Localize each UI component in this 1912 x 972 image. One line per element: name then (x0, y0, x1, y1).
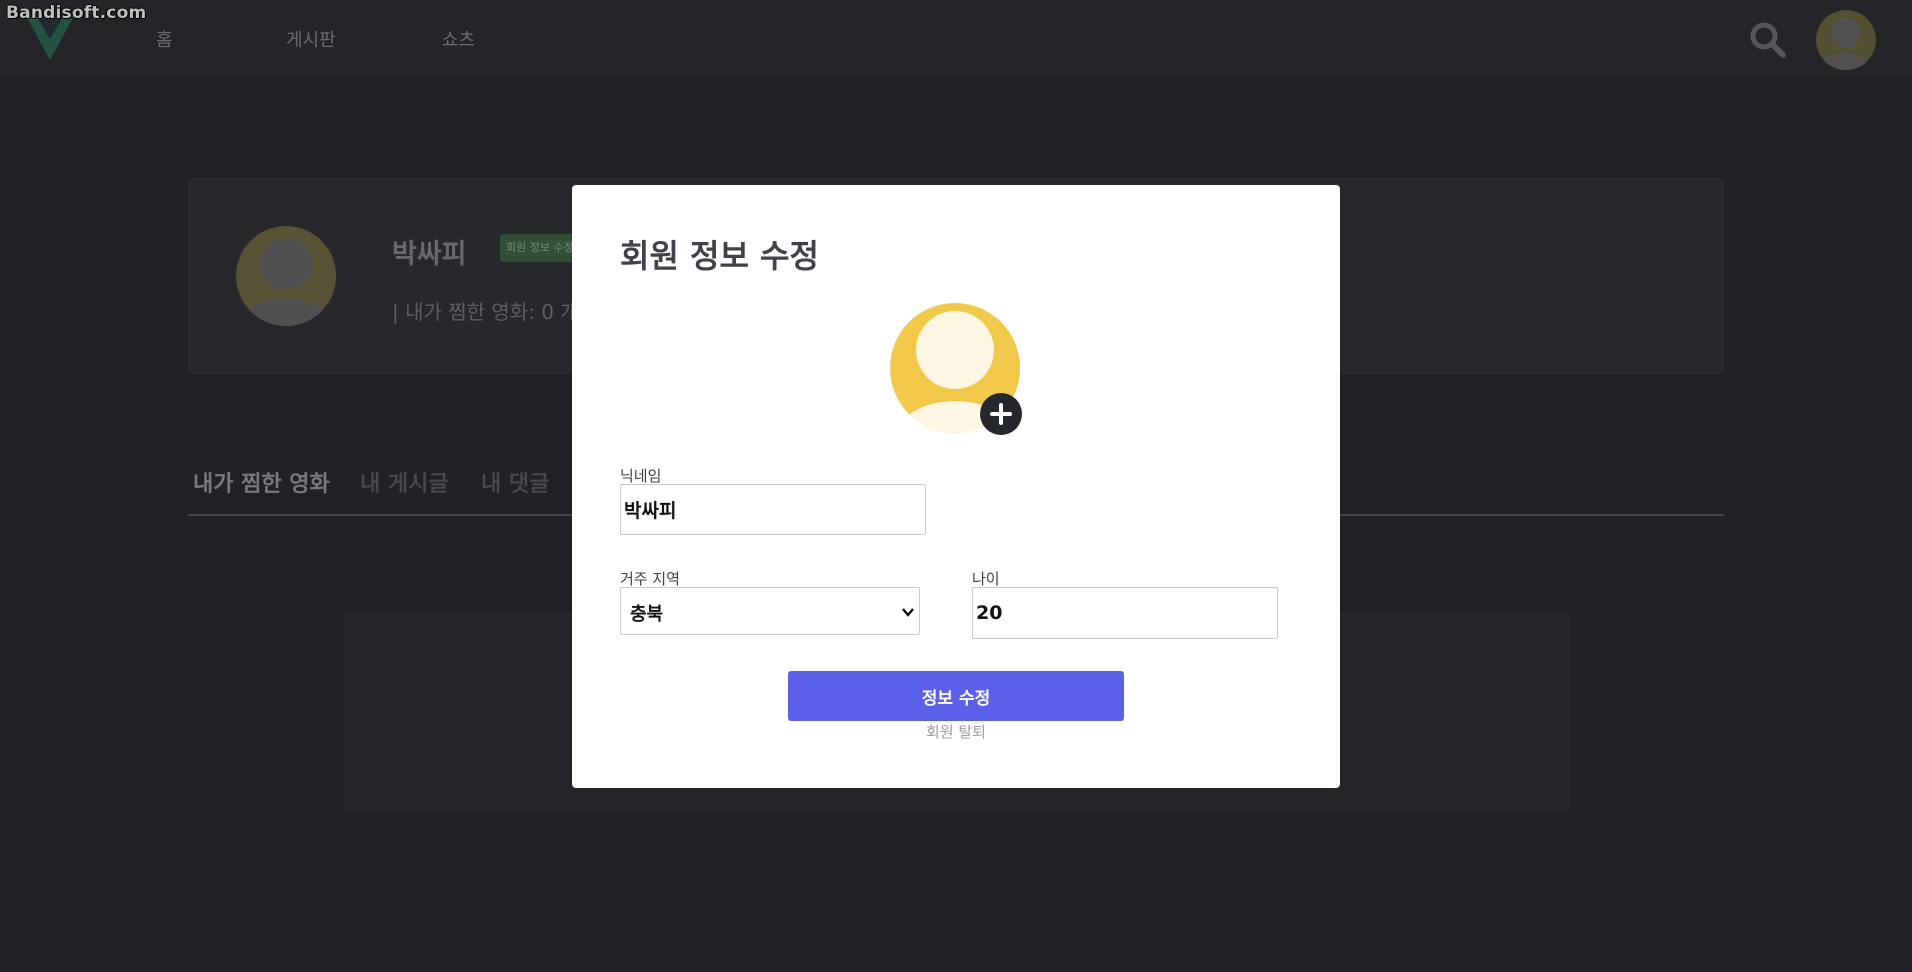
withdraw-link[interactable]: 회원 탈퇴 (572, 721, 1340, 742)
age-label: 나이 (972, 570, 1000, 588)
nickname-label: 닉네임 (620, 467, 662, 485)
modal-title: 회원 정보 수정 (620, 237, 819, 275)
edit-profile-modal: 회원 정보 수정 닉네임 거주 지역 충북 나이 정보 수정 회원 탈퇴 (572, 185, 1340, 788)
plus-icon (990, 403, 1012, 425)
chevron-down-icon (902, 608, 914, 617)
region-label: 거주 지역 (620, 570, 680, 588)
add-photo-button[interactable] (980, 393, 1022, 435)
age-input[interactable] (972, 587, 1278, 639)
nickname-input[interactable] (620, 484, 926, 535)
update-info-button[interactable]: 정보 수정 (788, 671, 1124, 721)
region-select[interactable]: 충북 (620, 587, 920, 635)
region-selected-value: 충북 (630, 604, 664, 625)
